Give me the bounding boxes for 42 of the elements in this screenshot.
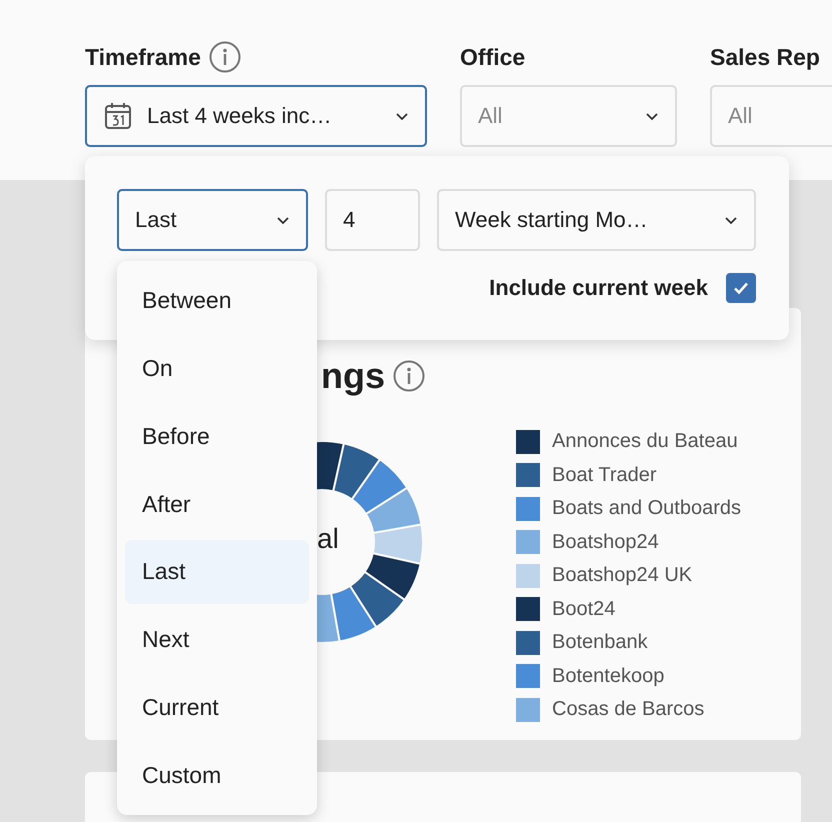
dropdown-field[interactable]: Last 4 weeks inc… <box>85 85 427 147</box>
legend-label: Annonces du Bateau <box>552 430 738 454</box>
legend-label: Cosas de Barcos <box>552 698 704 722</box>
chevron-down-icon <box>276 216 290 224</box>
menu-item[interactable]: Last <box>125 540 309 604</box>
legend-label: Botentekoop <box>552 664 664 688</box>
legend-label: Boat Trader <box>552 464 657 487</box>
donut-segment <box>330 584 378 642</box>
legend-label: Boot24 <box>552 598 616 621</box>
legend-label: Boats and Outboards <box>552 497 742 520</box>
menu-item[interactable]: Current <box>125 676 309 740</box>
chevron-down-icon <box>724 216 738 224</box>
chevron-down-icon <box>395 112 409 120</box>
donut-segment <box>372 523 424 565</box>
checkbox[interactable] <box>726 273 756 303</box>
number-field[interactable]: 4 <box>325 189 420 251</box>
menu-item[interactable]: Before <box>125 404 309 468</box>
filter-label: Timeframe <box>85 44 201 70</box>
calendar-icon <box>103 101 133 131</box>
menu-item[interactable]: Next <box>125 608 309 672</box>
donut-segment <box>364 552 422 601</box>
donut-center-label: al <box>317 523 339 554</box>
donut-segment <box>350 458 408 516</box>
donut-segment <box>364 486 422 534</box>
mode-dropdown[interactable]: Last <box>117 189 308 251</box>
filter-label: Office <box>460 44 526 70</box>
card-title: ngs <box>321 355 386 397</box>
legend-label: Botenbank <box>552 631 648 654</box>
menu-item[interactable]: On <box>125 336 309 400</box>
info-icon[interactable] <box>208 41 241 73</box>
info-icon[interactable] <box>393 360 426 392</box>
donut-segment <box>348 570 406 628</box>
donut-segment <box>332 442 381 500</box>
legend-label: Boatshop24 UK <box>552 564 692 588</box>
unit-dropdown[interactable]: Week starting Mo… <box>437 189 756 251</box>
menu-item[interactable]: After <box>125 472 309 536</box>
legend-label: Boatshop24 <box>552 530 659 554</box>
chevron-down-icon <box>645 112 659 120</box>
filter-label: Sales Rep <box>710 44 820 70</box>
menu-item[interactable]: Custom <box>125 743 309 807</box>
checkbox-label: Include current week <box>489 275 708 301</box>
menu-item[interactable]: Between <box>125 269 309 333</box>
